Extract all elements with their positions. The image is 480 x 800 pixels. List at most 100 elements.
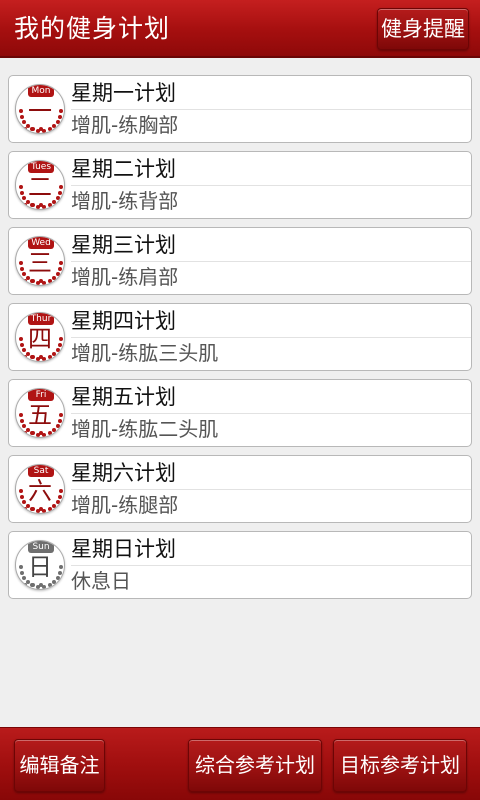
calendar-dot [55,119,60,124]
calendar-dot [22,195,27,200]
calendar-dot [23,203,27,207]
calendar-dot [19,570,24,575]
calendar-dot [59,413,63,417]
calendar-dot [19,565,23,569]
calendar-dot [23,279,27,283]
calendar-dot [47,127,52,132]
calendar-dot [52,580,57,584]
plan-item-friday[interactable]: Fri 五 星期五计划 增肌-练肱二头肌 [8,379,472,447]
calendar-dot [31,127,35,131]
calendar-dot [22,271,27,276]
calendar-dot [19,109,23,113]
calendar-dot [52,200,57,204]
calendar-dot [19,185,23,189]
plan-subtitle: 增肌-练肩部 [71,265,179,289]
plan-item-thursday[interactable]: Thur 四 星期四计划 增肌-练肱三头肌 [8,303,472,371]
calendar-dot [19,494,24,499]
calendar-dot [58,342,63,347]
calendar-dot [55,347,60,352]
calendar-dot [47,203,52,208]
fitness-reminder-button[interactable]: 健身提醒 [377,8,469,50]
calendar-dot [23,431,27,435]
plan-title: 星期六计划 [71,461,176,485]
calendar-icon: Sun 日 [15,540,65,590]
calendar-dot [59,565,63,569]
plan-item-monday[interactable]: Mon 一 星期一计划 增肌-练胸部 [8,75,472,143]
calendar-dot [59,261,63,265]
plan-subtitle: 增肌-练肱二头肌 [71,417,219,441]
plan-title: 星期三计划 [71,233,176,257]
plan-title: 星期四计划 [71,309,176,333]
calendar-dot [19,261,23,265]
plan-title: 星期日计划 [71,537,176,561]
calendar-dot [39,127,43,131]
calendar-dot [47,279,52,284]
plan-subtitle: 增肌-练背部 [71,189,179,213]
calendar-dot [31,203,35,207]
calendar-dot [19,342,24,347]
plan-subtitle: 增肌-练腿部 [71,493,179,517]
plan-item-wednesday[interactable]: Wed 三 星期三计划 增肌-练肩部 [8,227,472,295]
calendar-dot [59,185,63,189]
calendar-dot [23,583,27,587]
calendar-dot [55,423,60,428]
calendar-icon: Sat 六 [15,464,65,514]
calendar-dot [19,190,24,195]
calendar-dot [52,504,57,508]
calendar-dot [22,347,27,352]
plan-title: 星期五计划 [71,385,176,409]
calendar-dot [58,190,63,195]
calendar-dot [39,431,43,435]
plan-item-tuesday[interactable]: Tues 二 星期二计划 增肌-练背部 [8,151,472,219]
calendar-dot [19,114,24,119]
calendar-dot [19,489,23,493]
calendar-dot [22,499,27,504]
calendar-icon: Fri 五 [15,388,65,438]
calendar-dot [59,109,63,113]
plan-subtitle: 增肌-练胸部 [71,113,179,137]
calendar-dot [39,203,43,207]
calendar-dot [22,423,27,428]
calendar-dot [23,355,27,359]
calendar-dot [23,507,27,511]
calendar-dot [22,575,27,580]
calendar-dot [39,507,43,511]
calendar-dot [55,195,60,200]
general-reference-plan-button[interactable]: 综合参考计划 [188,739,322,792]
calendar-icon: Thur 四 [15,312,65,362]
calendar-dot [58,494,63,499]
calendar-dot [52,124,57,128]
calendar-dot [31,279,35,283]
calendar-dot [19,337,23,341]
calendar-dot [55,271,60,276]
calendar-dot [22,119,27,124]
calendar-dot [52,276,57,280]
plan-title: 星期二计划 [71,157,176,181]
calendar-dot [59,489,63,493]
calendar-dot [47,431,52,436]
calendar-dot [58,570,63,575]
plan-item-saturday[interactable]: Sat 六 星期六计划 增肌-练腿部 [8,455,472,523]
calendar-dot [55,575,60,580]
calendar-dot [58,418,63,423]
calendar-dot [39,355,43,359]
calendar-dot [23,127,27,131]
plan-title: 星期一计划 [71,81,176,105]
target-reference-plan-button[interactable]: 目标参考计划 [333,739,467,792]
page-title: 我的健身计划 [14,14,171,43]
calendar-icon: Mon 一 [15,84,65,134]
calendar-dot [47,583,52,588]
plan-item-sunday[interactable]: Sun 日 星期日计划 休息日 [8,531,472,599]
calendar-icon: Tues 二 [15,160,65,210]
calendar-dot [55,499,60,504]
edit-notes-button[interactable]: 编辑备注 [14,739,105,792]
calendar-dot [47,507,52,512]
calendar-dot [58,266,63,271]
calendar-dot [59,337,63,341]
calendar-dot [31,355,35,359]
calendar-dot [47,355,52,360]
calendar-dot [31,583,35,587]
calendar-dot [31,507,35,511]
calendar-icon: Wed 三 [15,236,65,286]
calendar-dot [19,266,24,271]
